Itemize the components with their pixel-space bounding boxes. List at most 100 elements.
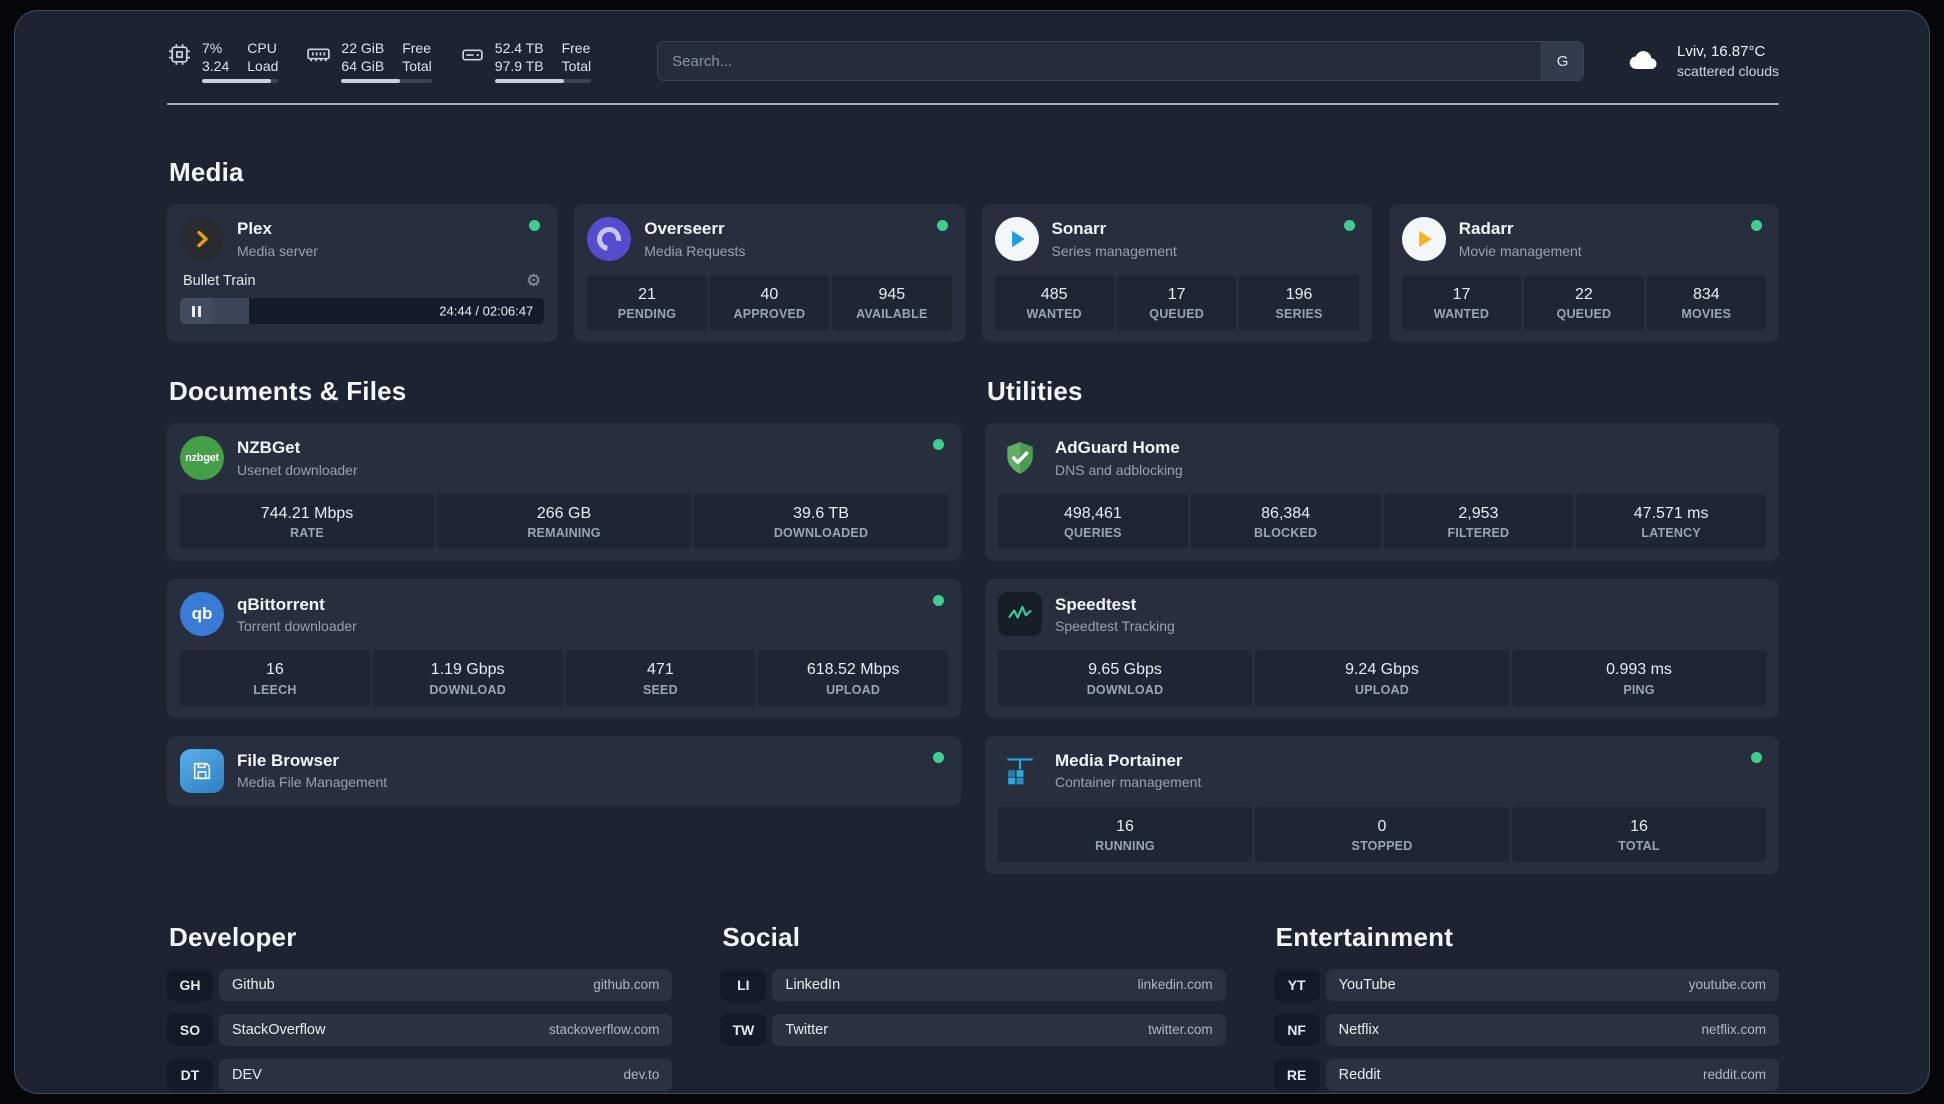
- ram-free-value: 22 GiB: [341, 39, 385, 56]
- top-bar: 7% 3.24 CPU Load 22 GiB 64 GiB Free Tota…: [167, 37, 1779, 85]
- now-playing-title: Bullet Train: [183, 272, 256, 289]
- bookmark-dev[interactable]: DT DEV dev.to: [167, 1058, 673, 1091]
- ram-free-label: Free: [402, 39, 432, 56]
- topbar-divider: [167, 103, 1779, 105]
- service-card-adguard[interactable]: AdGuard Home DNS and adblocking 498,461 …: [985, 423, 1779, 562]
- bookmark-abbr: LI: [720, 968, 767, 1001]
- stat-tile: 266 GB REMAINING: [437, 494, 691, 550]
- search-provider-button[interactable]: G: [1541, 42, 1584, 80]
- disk-free-label: Free: [561, 39, 591, 56]
- bookmark-url: twitter.com: [1148, 1022, 1213, 1038]
- stat-tile: 16 LEECH: [180, 650, 370, 706]
- search-input[interactable]: [658, 42, 1542, 80]
- section-media: Media Plex Media server Bullet Train ⚙ 2…: [167, 157, 1779, 343]
- bookmark-youtube[interactable]: YT YouTube youtube.com: [1273, 968, 1779, 1001]
- service-name: AdGuard Home: [1055, 438, 1180, 458]
- bookmark-name: YouTube: [1338, 976, 1396, 993]
- service-card-sonarr[interactable]: Sonarr Series management 485 WANTED 17 Q…: [981, 204, 1372, 343]
- service-card-speedtest[interactable]: Speedtest Speedtest Tracking 9.65 Gbps D…: [985, 579, 1779, 718]
- service-card-portainer[interactable]: Media Portainer Container management 16 …: [985, 735, 1779, 874]
- bookmark-name: Twitter: [785, 1021, 829, 1038]
- stat-tile: 945 AVAILABLE: [832, 275, 952, 331]
- radarr-icon: [1401, 217, 1446, 261]
- bookmark-abbr: RE: [1273, 1058, 1320, 1091]
- service-card-overseerr[interactable]: Overseerr Media Requests 21 PENDING 40 A…: [574, 204, 965, 343]
- bookmark-name: StackOverflow: [232, 1021, 326, 1038]
- disk-free-value: 52.4 TB: [494, 39, 544, 56]
- gear-icon[interactable]: ⚙: [526, 272, 541, 289]
- bookmark-reddit[interactable]: RE Reddit reddit.com: [1273, 1058, 1779, 1091]
- media-section-title: Media: [169, 157, 244, 187]
- stat-tile: 196 SERIES: [1239, 275, 1359, 331]
- status-dot: [936, 220, 948, 231]
- service-subtitle: Speedtest Tracking: [1055, 618, 1175, 635]
- weather-condition: scattered clouds: [1677, 62, 1779, 79]
- cpu-monitor: 7% 3.24 CPU Load: [167, 39, 279, 84]
- section-utilities: Utilities AdGuard Home DNS and adblockin…: [985, 376, 1779, 874]
- stat-tile: 618.52 Mbps UPLOAD: [758, 650, 948, 706]
- disk-total-label: Total: [561, 58, 592, 74]
- bookmark-abbr: DT: [167, 1058, 213, 1091]
- service-subtitle: Usenet downloader: [237, 461, 358, 478]
- bookmark-twitter[interactable]: TW Twitter twitter.com: [720, 1013, 1226, 1046]
- bookmark-name: Reddit: [1338, 1066, 1381, 1083]
- bookmark-url: youtube.com: [1688, 977, 1766, 993]
- stat-tile: 471 SEED: [565, 650, 756, 706]
- service-name: Radarr: [1458, 219, 1514, 239]
- stat-tile: 16 TOTAL: [1512, 806, 1766, 862]
- section-documents: Documents & Files nzbget NZBGet Usenet d…: [167, 376, 961, 874]
- stat-tile: 39.6 TB DOWNLOADED: [694, 494, 948, 550]
- disk-total-value: 97.9 TB: [494, 58, 544, 74]
- bookmark-abbr: SO: [167, 1013, 213, 1046]
- service-card-plex[interactable]: Plex Media server Bullet Train ⚙ 24:44 /…: [167, 204, 558, 343]
- status-dot: [933, 751, 944, 763]
- sonarr-icon: [994, 217, 1039, 261]
- stat-tile: 9.65 Gbps DOWNLOAD: [998, 650, 1252, 706]
- playback-progress-bar[interactable]: 24:44 / 02:06:47: [180, 298, 545, 324]
- bookmark-abbr: YT: [1273, 968, 1320, 1001]
- speedtest-icon: [998, 592, 1042, 637]
- bookmark-url: netflix.com: [1701, 1022, 1766, 1038]
- service-card-nzbget[interactable]: nzbget NZBGet Usenet downloader 744.21 M…: [167, 423, 961, 562]
- ram-bar: [341, 79, 432, 84]
- bookmark-url: reddit.com: [1702, 1067, 1766, 1083]
- service-subtitle: Container management: [1055, 774, 1202, 791]
- nzbget-icon: nzbget: [180, 436, 224, 481]
- pause-button[interactable]: [180, 298, 212, 324]
- bookmark-linkedin[interactable]: LI LinkedIn linkedin.com: [720, 968, 1226, 1001]
- service-card-filebrowser[interactable]: File Browser Media File Management: [167, 735, 961, 806]
- service-card-qbittorrent[interactable]: qb qBittorrent Torrent downloader 16 LEE…: [167, 579, 961, 718]
- stat-tile: 17 WANTED: [1401, 275, 1522, 331]
- ram-icon: [306, 42, 331, 67]
- service-subtitle: Torrent downloader: [237, 618, 357, 635]
- stat-tile: 47.571 ms LATENCY: [1576, 494, 1766, 550]
- entertainment-section-title: Entertainment: [1275, 921, 1454, 952]
- bookmark-stackoverflow[interactable]: SO StackOverflow stackoverflow.com: [167, 1013, 673, 1046]
- search-bar[interactable]: G: [657, 41, 1585, 81]
- service-subtitle: Series management: [1051, 242, 1177, 259]
- developer-section-title: Developer: [169, 921, 297, 952]
- bookmark-name: DEV: [232, 1066, 262, 1083]
- bookmark-url: dev.to: [623, 1067, 660, 1083]
- utilities-section-title: Utilities: [987, 376, 1083, 407]
- disk-icon: [460, 42, 485, 67]
- status-dot: [1343, 220, 1355, 231]
- bookmark-group-developer: Developer GH Github github.com SO StackO…: [167, 921, 673, 1093]
- stat-tile: 0 STOPPED: [1255, 806, 1509, 862]
- social-section-title: Social: [722, 921, 801, 952]
- stat-tile: 0.993 ms PING: [1512, 650, 1766, 706]
- bookmark-netflix[interactable]: NF Netflix netflix.com: [1273, 1013, 1779, 1046]
- stat-tile: 834 MOVIES: [1646, 275, 1767, 331]
- weather-widget: Lviv, 16.87°C scattered clouds: [1622, 42, 1779, 80]
- cpu-bar: [202, 79, 279, 84]
- bookmark-url: github.com: [593, 977, 660, 993]
- service-subtitle: Media Requests: [644, 242, 746, 259]
- bookmark-github[interactable]: GH Github github.com: [167, 968, 673, 1001]
- bookmark-name: Github: [232, 976, 275, 993]
- stat-tile: 21 PENDING: [587, 275, 707, 331]
- overseerr-icon: [587, 217, 632, 261]
- service-name: File Browser: [237, 750, 340, 770]
- service-card-radarr[interactable]: Radarr Movie management 17 WANTED 22 QUE…: [1388, 204, 1779, 343]
- status-dot: [1751, 220, 1762, 231]
- bookmark-group-social: Social LI LinkedIn linkedin.com TW Twitt…: [720, 921, 1226, 1093]
